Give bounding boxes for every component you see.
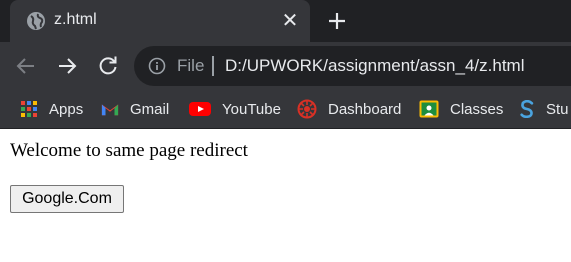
classes-icon <box>419 100 439 118</box>
bookmark-youtube[interactable]: YouTube <box>189 97 281 121</box>
bookmark-label: Gmail <box>130 100 170 118</box>
bookmark-label: YouTube <box>222 100 281 118</box>
bookmark-dashboard[interactable]: Dashboard <box>297 97 401 121</box>
bookmark-label: Classes <box>450 100 504 118</box>
globe-icon <box>27 12 45 30</box>
address-bar[interactable]: File D:/UPWORK/assignment/assn_4/z.html <box>134 46 571 86</box>
browser-toolbar: File D:/UPWORK/assignment/assn_4/z.html <box>0 42 571 90</box>
active-tab[interactable]: z.html ✕ <box>10 0 310 42</box>
file-scheme-label: File <box>177 56 205 75</box>
url-text[interactable]: D:/UPWORK/assignment/assn_4/z.html <box>225 56 524 76</box>
bookmark-label: Dashboard <box>328 100 402 118</box>
stu-icon <box>520 100 534 118</box>
bookmark-gmail[interactable]: Gmail <box>101 97 169 121</box>
tab-strip: z.html ✕ <box>0 0 571 42</box>
gmail-icon <box>101 104 119 116</box>
welcome-text: Welcome to same page redirect <box>10 140 248 161</box>
apps-grid-icon <box>21 101 37 117</box>
bookmarks-bar: Apps Gmail YouTube Dashboard Classes Stu <box>0 90 571 129</box>
dashboard-icon <box>297 99 317 119</box>
omnibox-divider <box>212 56 214 76</box>
back-arrow-icon[interactable] <box>14 54 38 78</box>
bookmark-label: Stu <box>546 100 569 118</box>
bookmark-classes[interactable]: Classes <box>419 97 503 121</box>
youtube-icon <box>189 102 211 116</box>
info-icon[interactable] <box>148 57 166 75</box>
bookmark-apps[interactable]: Apps <box>20 97 83 121</box>
bookmark-label: Apps <box>49 100 84 118</box>
page-content: Welcome to same page redirect Google.Com <box>0 129 571 262</box>
tab-close-icon[interactable]: ✕ <box>280 11 300 31</box>
forward-arrow-icon[interactable] <box>55 54 79 78</box>
reload-icon[interactable] <box>96 54 120 78</box>
google-redirect-button[interactable]: Google.Com <box>10 185 124 213</box>
bookmark-stu[interactable]: Stu <box>518 97 569 121</box>
new-tab-plus-icon[interactable] <box>326 10 348 32</box>
tab-title: z.html <box>54 11 97 28</box>
